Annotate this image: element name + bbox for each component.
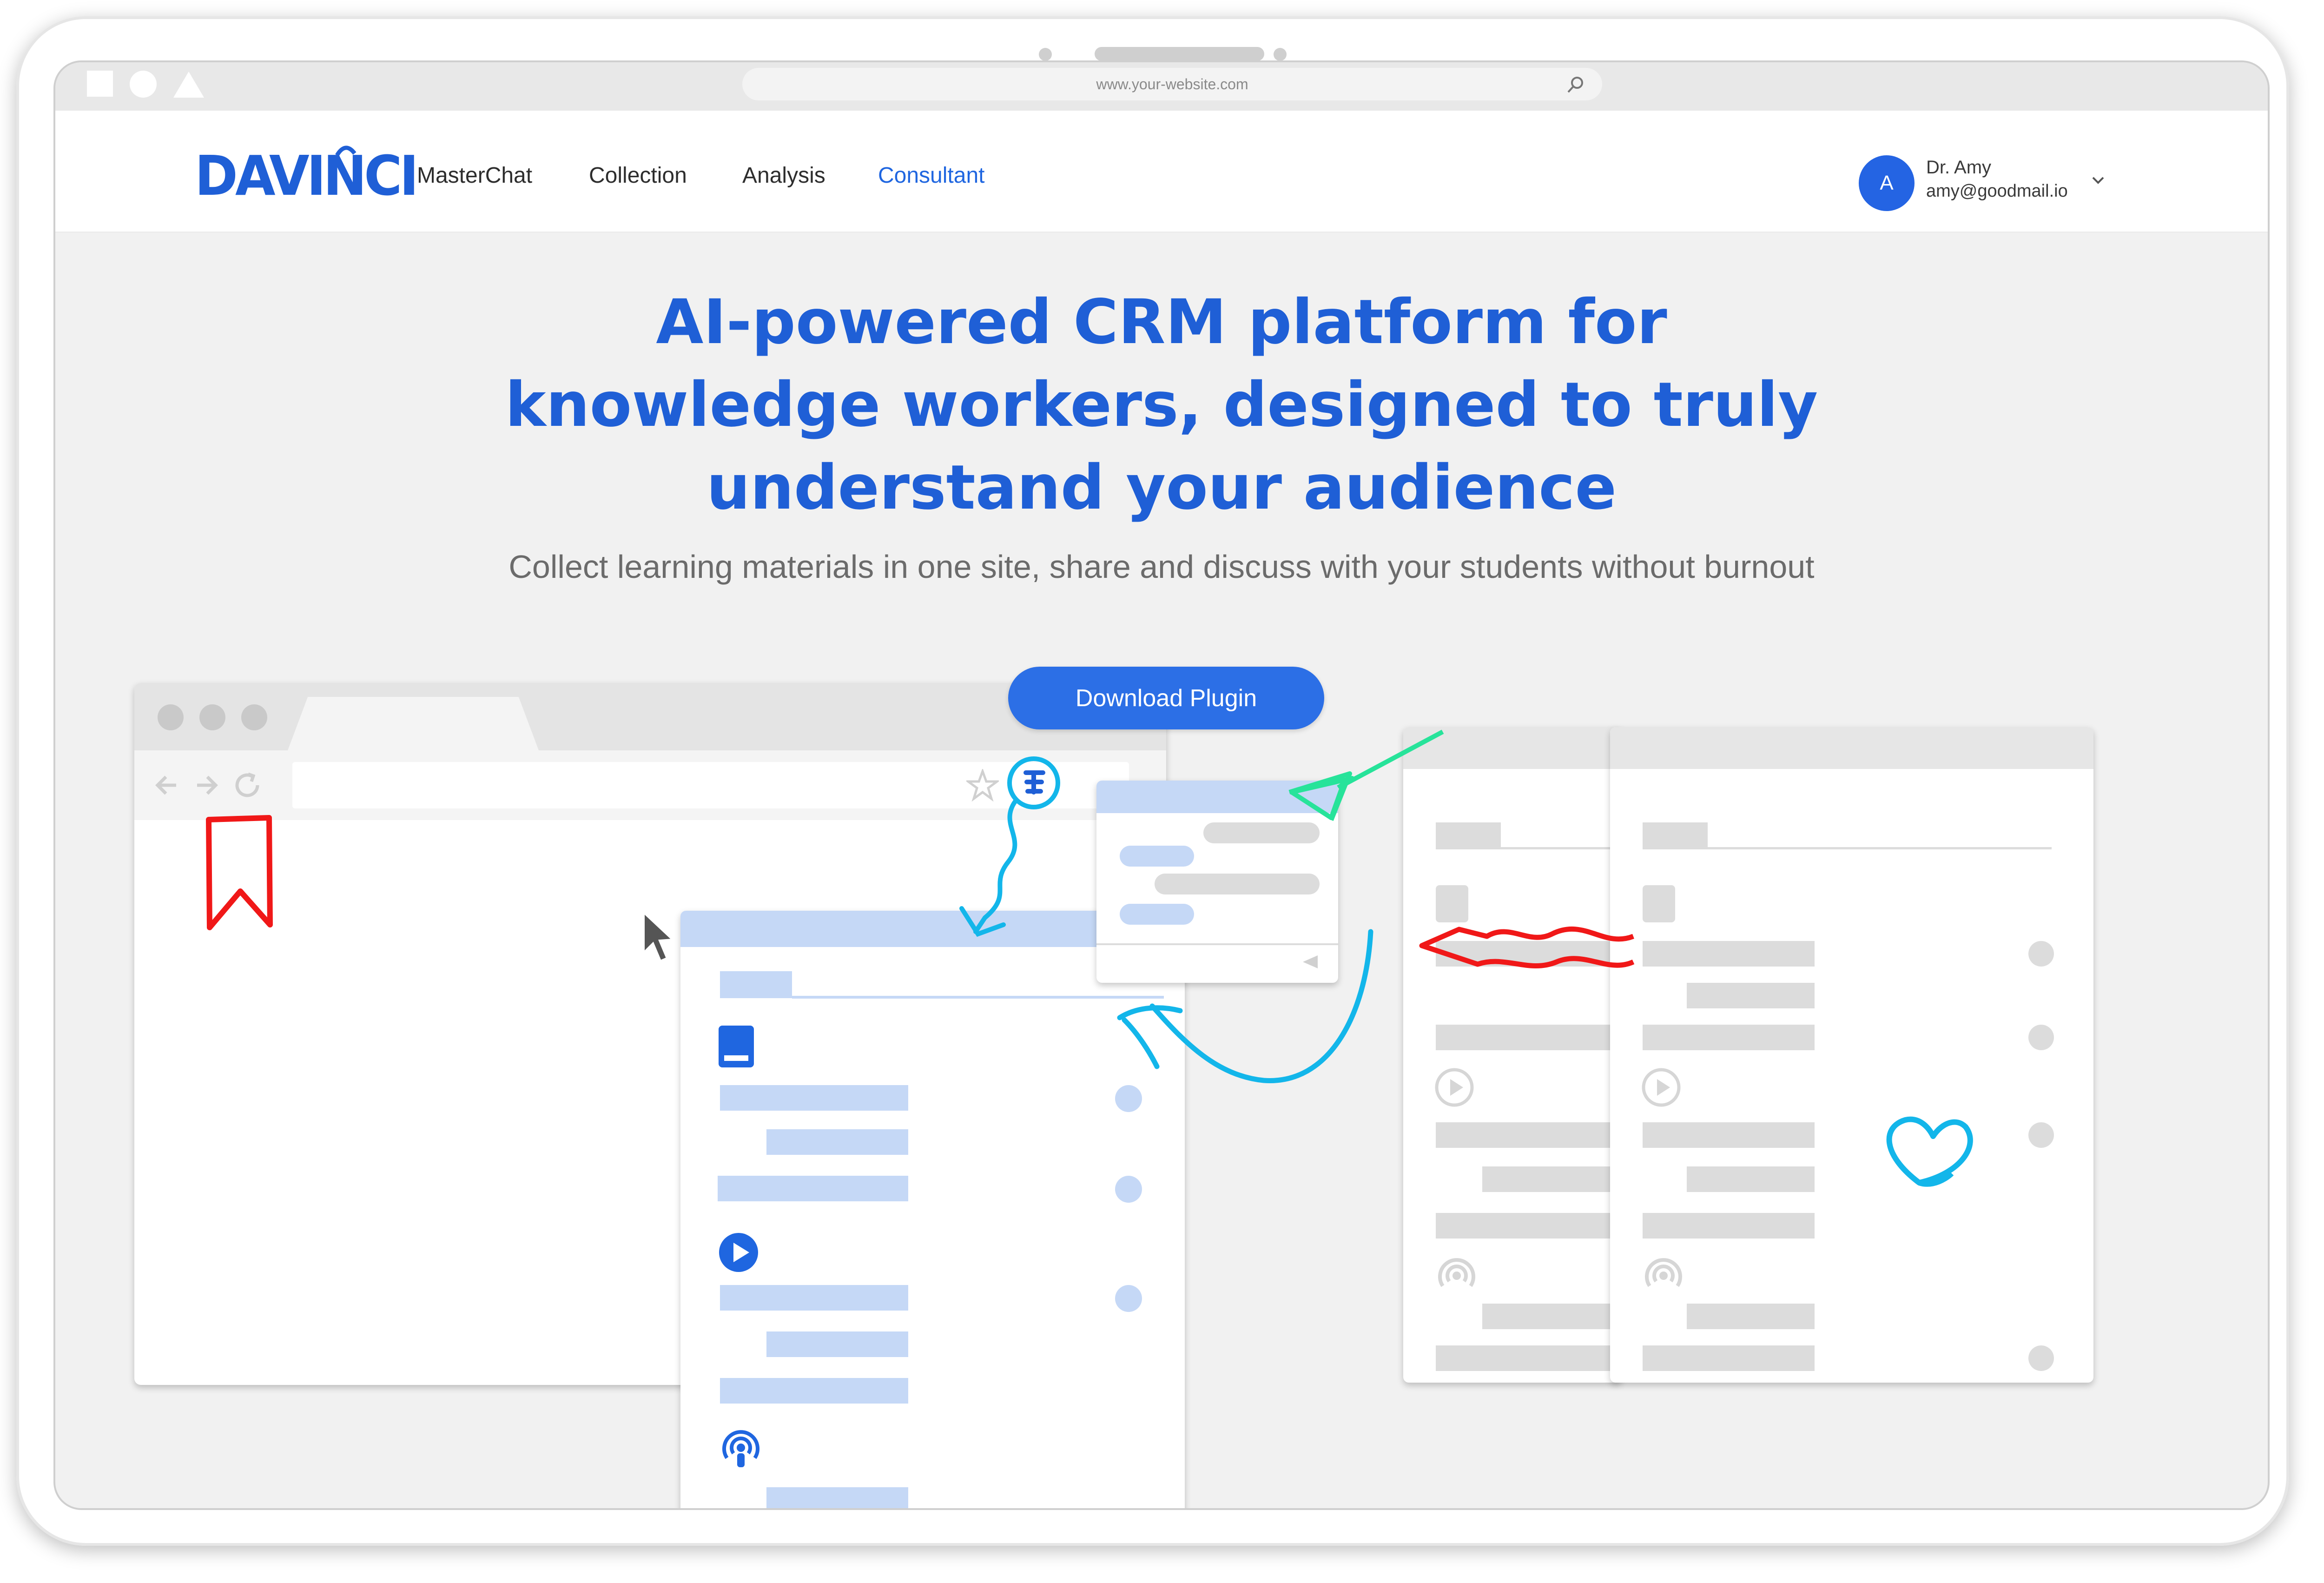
scribble-annotations xyxy=(959,729,1973,1187)
download-plugin-button[interactable]: Download Plugin xyxy=(1008,667,1324,729)
red-arrow-icon xyxy=(1419,926,1635,968)
cyan-arrow-icon xyxy=(1117,929,1373,1083)
speaker-bar xyxy=(1095,47,1264,61)
heart-icon xyxy=(1886,1116,1973,1187)
browser-window: www.your-website.com DAVINCI MasterChat … xyxy=(53,60,2270,1510)
camera-dot xyxy=(1039,48,1052,61)
green-arrow-icon xyxy=(1288,729,1444,821)
plugin-icon xyxy=(959,756,1060,937)
sensor-dot xyxy=(1274,48,1287,61)
